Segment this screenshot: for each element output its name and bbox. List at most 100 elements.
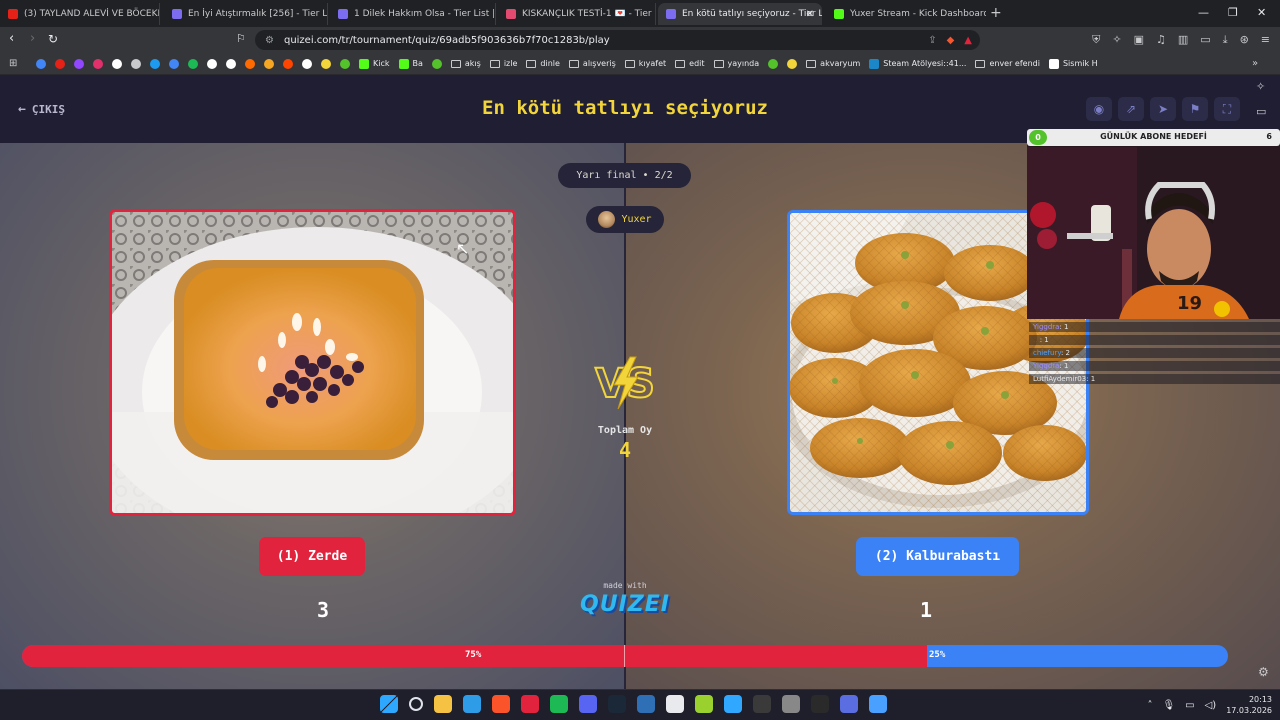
browser-tab[interactable]: Yuxer Stream - Kick Dashboard (826, 3, 986, 25)
spotify-icon[interactable] (550, 695, 568, 713)
bookmark-icon-link[interactable] (431, 58, 442, 69)
browser-tab[interactable]: KISKANÇLIK TESTİ-1 💌 - Tier List (498, 3, 656, 25)
leo-ai-icon[interactable]: ✧ (1256, 80, 1266, 93)
reload-icon[interactable]: ↻ (48, 32, 58, 46)
share-icon[interactable]: ⇗ (1118, 97, 1144, 121)
browser-tab[interactable]: (3) TAYLAND ALEVİ VE BÖCEKLİ SOK (0, 3, 160, 25)
flag-icon[interactable]: ⚑ (1182, 97, 1208, 121)
windows-start-icon[interactable] (380, 695, 398, 713)
more-bookmarks-icon[interactable]: » (1252, 58, 1258, 69)
app2-icon[interactable] (840, 695, 858, 713)
bookmark-folder[interactable]: alışveriş (568, 59, 616, 68)
reading-list-icon[interactable]: ▭ (1256, 105, 1266, 118)
bookmark-folder[interactable]: akış (450, 59, 481, 68)
music-icon[interactable]: ♫ (1156, 33, 1166, 47)
bookmark-icon-link[interactable] (150, 58, 160, 69)
bookmark-link[interactable]: Ba (398, 58, 423, 69)
menu-icon[interactable]: ≡ (1261, 33, 1270, 47)
browser-tab-active[interactable]: En kötü tatlıyı seçiyoruz - Tier Li ✕ (658, 3, 822, 25)
back-icon[interactable]: ‹ (9, 32, 14, 46)
new-tab-button[interactable]: + (990, 5, 1002, 21)
brave-rewards-icon[interactable]: ▲ (964, 35, 972, 46)
option-card-left[interactable]: ↖ (109, 209, 516, 516)
restore-button[interactable]: ❐ (1228, 6, 1238, 19)
bookmark-link[interactable]: Steam Atölyesi::41... (869, 58, 966, 69)
app-icon[interactable] (782, 695, 800, 713)
extensions-icon[interactable]: ✧ (1112, 33, 1121, 47)
brave-icon[interactable] (492, 695, 510, 713)
opera-icon[interactable] (521, 695, 539, 713)
bookmark-icon-link[interactable] (302, 58, 312, 69)
close-window-button[interactable]: ✕ (1257, 6, 1266, 19)
apps-grid-icon[interactable]: ⊞ (9, 58, 17, 69)
network-icon[interactable]: ▭ (1185, 700, 1194, 711)
bookmark-icon-link[interactable] (131, 58, 141, 69)
quizei-logo[interactable]: QUIZEI (575, 592, 675, 617)
browser-tab[interactable]: En İyi Atıştırmalık [256] - Tier List | … (164, 3, 328, 25)
steam-icon[interactable] (608, 695, 626, 713)
bookmark-link[interactable]: Sismik H (1048, 58, 1098, 69)
bookmark-icon-link[interactable] (340, 58, 350, 69)
bookmark-icon-link[interactable] (768, 58, 779, 69)
bookmark-icon-link[interactable] (283, 58, 293, 69)
vpn-icon[interactable]: ⊛ (1240, 33, 1249, 47)
bookmark-folder[interactable]: dinle (526, 59, 560, 68)
bookmark-folder[interactable]: enver efendi (975, 59, 1040, 68)
bookmark-icon-link[interactable] (93, 58, 103, 69)
site-settings-icon[interactable]: ⚙ (265, 35, 274, 46)
brave-shield-icon[interactable]: ◆ (947, 35, 955, 46)
xbox-icon[interactable] (695, 695, 713, 713)
bookmark-folder[interactable]: akvaryum (806, 59, 860, 68)
bookmark-label: akış (464, 59, 481, 68)
terminal-icon[interactable] (666, 695, 684, 713)
share-icon[interactable]: ⇪ (928, 35, 936, 46)
bookmark-icon-link[interactable] (245, 58, 255, 69)
bookmark-icon-link[interactable] (74, 58, 84, 69)
bookmark-icon-link[interactable] (112, 58, 122, 69)
settings-gear-icon[interactable]: ⚙ (1258, 665, 1269, 679)
photoshop-icon[interactable] (724, 695, 742, 713)
bookmark-icon-link[interactable] (787, 58, 798, 69)
chevron-up-icon[interactable]: ˄ (1147, 700, 1152, 711)
close-tab-icon[interactable]: ✕ (806, 9, 814, 20)
browser-tab[interactable]: 1 Dilek Hakkım Olsa - Tier List | Kör S (330, 3, 496, 25)
bookmark-icon[interactable]: ⚐ (236, 32, 246, 46)
bookmark-folder[interactable]: izle (489, 59, 517, 68)
wallet-icon[interactable]: ▭ (1200, 33, 1210, 47)
bookmark-icon-link[interactable] (264, 58, 274, 69)
address-bar[interactable]: ⚙ quizei.com/tr/tournament/quiz/69adb5f9… (255, 30, 980, 50)
epic-games-icon[interactable] (811, 695, 829, 713)
obs-icon[interactable] (753, 695, 771, 713)
bookmark-icon-link[interactable] (36, 58, 46, 69)
vote-option-1-button[interactable]: (1) Zerde (259, 537, 365, 576)
sidebar-icon[interactable]: ▥ (1178, 33, 1188, 47)
calculator-icon[interactable] (637, 695, 655, 713)
discord-icon[interactable] (579, 695, 597, 713)
search-icon[interactable] (409, 697, 423, 711)
bookmark-folder[interactable]: edit (675, 59, 705, 68)
edge-icon[interactable] (463, 695, 481, 713)
extension-icon[interactable]: ▣ (1134, 33, 1144, 47)
send-icon[interactable]: ➤ (1150, 97, 1176, 121)
volume-icon[interactable]: ◁) (1205, 700, 1217, 711)
bookmark-icon-link[interactable] (188, 58, 198, 69)
vote-option-2-button[interactable]: (2) Kalburabastı (856, 537, 1019, 576)
bookmark-link[interactable]: Kick (359, 58, 390, 69)
fullscreen-icon[interactable]: ⛶ (1214, 97, 1240, 121)
bookmark-icon-link[interactable] (226, 58, 236, 69)
clock[interactable]: 20:13 17.03.2026 (1226, 694, 1272, 716)
download-icon[interactable]: ⤓ (1223, 33, 1228, 47)
bookmark-folder[interactable]: kıyafet (624, 59, 666, 68)
file-explorer-icon[interactable] (434, 695, 452, 713)
eye-icon[interactable]: ◉ (1086, 97, 1112, 121)
minimize-button[interactable]: — (1198, 6, 1209, 19)
microphone-icon[interactable]: 🎙 (1162, 700, 1175, 711)
bookmark-icon-link[interactable] (207, 58, 217, 69)
shield-icon[interactable]: ⛨ (1092, 33, 1100, 47)
bookmark-icon-link[interactable] (321, 58, 331, 69)
bookmark-folder[interactable]: yayında (713, 59, 759, 68)
bookmark-icon-link[interactable] (55, 58, 65, 69)
bookmark-icon-link[interactable] (169, 58, 179, 69)
app3-icon[interactable] (869, 695, 887, 713)
forward-icon[interactable]: › (30, 32, 35, 46)
